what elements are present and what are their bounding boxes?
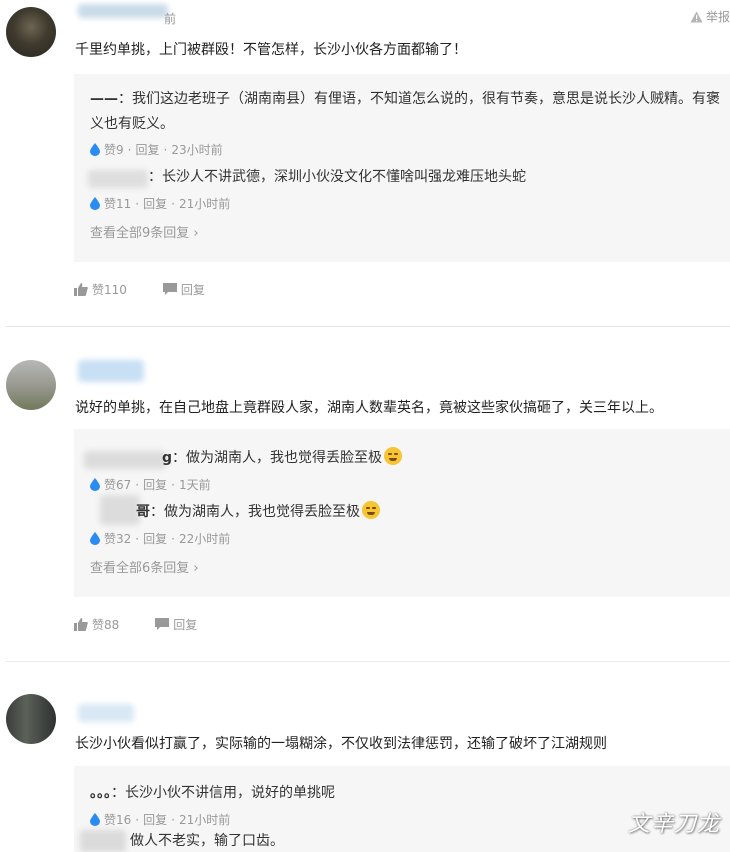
like-button[interactable]: 赞88	[74, 616, 119, 633]
reply-time: 23小时前	[171, 143, 223, 157]
watermark: 文辛刀龙	[627, 812, 720, 837]
avatar[interactable]	[6, 360, 56, 410]
like-drop-icon[interactable]	[90, 197, 100, 210]
reply-likes[interactable]: 赞67	[104, 476, 131, 493]
like-count: 赞88	[92, 618, 120, 632]
reply-reply-link[interactable]: 回复	[135, 141, 159, 158]
like-drop-icon[interactable]	[90, 143, 100, 156]
reply-label: 回复	[173, 618, 198, 632]
reply-reply-link[interactable]: 回复	[143, 476, 167, 493]
like-drop-icon[interactable]	[90, 478, 100, 491]
reply-text: ：做为湖南人，我也觉得丢脸至极	[150, 504, 360, 520]
reply-text: ：长沙人不讲武德，深圳小伙没文化不懂啥叫强龙难压地头蛇	[148, 169, 526, 185]
report-label: 举报	[705, 10, 730, 24]
reply-meta: 赞32 · 回复 · 22小时前	[90, 530, 230, 547]
reply-meta: 赞67 · 回复 · 1天前	[90, 476, 211, 493]
crying-face-icon	[384, 447, 403, 465]
reply-reply-link[interactable]: 回复	[143, 195, 167, 212]
reply-button[interactable]: 回复	[155, 616, 197, 633]
reply-meta: 赞16 · 回复 · 21小时前	[90, 811, 230, 828]
reply-author[interactable]: 。。。	[90, 785, 111, 801]
avatar[interactable]	[6, 694, 56, 744]
like-count: 赞110	[92, 283, 127, 297]
report-button[interactable]: 举报	[690, 8, 730, 25]
comment-2: 说好的单挑，在自己地盘上竟群殴人家，湖南人数辈英名，竟被这些家伙搞砸了，关三年以…	[0, 340, 730, 660]
view-all-replies-link[interactable]: 查看全部9条回复 ›	[90, 222, 199, 241]
reply-time: 21小时前	[178, 197, 231, 211]
reply-meta: 赞9 · 回复 · 23小时前	[90, 141, 223, 158]
reply-text: 做人不老实，输了口齿。	[130, 833, 284, 849]
username-blurred[interactable]	[78, 4, 168, 18]
thumbs-up-icon	[74, 283, 88, 296]
divider	[6, 326, 730, 327]
reply-likes[interactable]: 赞9	[104, 141, 124, 158]
reply-text: ：我们这边老班子（湖南南县）有俚语，不知道怎么说的，很有节奏，意思是说长沙人贼精…	[118, 91, 720, 107]
reply-likes[interactable]: 赞32	[104, 530, 131, 547]
comment-3: 长沙小伙看似打赢了，实际输的一塌糊涂，不仅收到法律惩罚，还输了破坏了江湖规则 。…	[0, 676, 730, 852]
view-all-replies-link[interactable]: 查看全部6条回复 ›	[90, 557, 199, 576]
thumbs-up-icon	[74, 618, 88, 631]
reply-author[interactable]: ——	[90, 91, 118, 107]
avatar[interactable]	[6, 7, 56, 57]
like-drop-icon[interactable]	[90, 532, 100, 545]
reply-likes[interactable]: 赞11	[104, 195, 131, 212]
reply-item: 做人不老实，输了口齿。	[130, 828, 284, 852]
reply-author[interactable]: g	[162, 450, 172, 466]
reply-author-blurred[interactable]	[84, 451, 166, 469]
comment-text: 千里约单挑，上门被群殴！不管怎样，长沙小伙各方面都输了！	[75, 42, 467, 58]
reply-time: 21小时前	[178, 813, 231, 827]
reply-item: ——：我们这边老班子（湖南南县）有俚语，不知道怎么说的，很有节奏，意思是说长沙人…	[90, 86, 720, 112]
reply-author[interactable]: 哥	[136, 504, 150, 520]
reply-reply-link[interactable]: 回复	[143, 811, 167, 828]
reply-reply-link[interactable]: 回复	[143, 530, 167, 547]
comment-1: 前 举报 千里约单挑，上门被群殴！不管怎样，长沙小伙各方面都输了！ ——：我们这…	[0, 0, 730, 320]
comment-text: 说好的单挑，在自己地盘上竟群殴人家，湖南人数辈英名，竟被这些家伙搞砸了，关三年以…	[75, 400, 663, 416]
username-blurred[interactable]	[78, 360, 144, 382]
reply-item: 哥：做为湖南人，我也觉得丢脸至极	[136, 499, 380, 525]
chevron-right-icon: ›	[193, 561, 199, 576]
reply-item: g：做为湖南人，我也觉得丢脸至极	[162, 445, 403, 471]
comment-bubble-icon	[162, 283, 177, 295]
comment-bubble-icon	[155, 618, 170, 630]
reply-author-blurred[interactable]	[100, 495, 140, 525]
username-blurred[interactable]	[78, 704, 134, 722]
reply-box: ——：我们这边老班子（湖南南县）有俚语，不知道怎么说的，很有节奏，意思是说长沙人…	[74, 74, 730, 262]
reply-text: ：长沙小伙不讲信用，说好的单挑呢	[111, 785, 335, 801]
comment-actions: 赞110 回复	[74, 281, 205, 298]
reply-item: 。。。：长沙小伙不讲信用，说好的单挑呢	[90, 780, 335, 806]
reply-text: ：做为湖南人，我也觉得丢脸至极	[172, 450, 383, 466]
chevron-right-icon: ›	[193, 226, 199, 241]
comment-time: 前	[164, 12, 177, 26]
reply-meta: 赞11 · 回复 · 21小时前	[90, 195, 230, 212]
reply-time: 22小时前	[178, 532, 231, 546]
comment-actions: 赞88 回复	[74, 616, 197, 633]
reply-box: g：做为湖南人，我也觉得丢脸至极 赞67 · 回复 · 1天前 哥：做为湖南人，我也…	[74, 429, 730, 597]
like-drop-icon[interactable]	[90, 813, 100, 826]
like-button[interactable]: 赞110	[74, 281, 127, 298]
reply-author-blurred[interactable]	[80, 830, 126, 852]
reply-item: ：长沙人不讲武德，深圳小伙没文化不懂啥叫强龙难压地头蛇	[148, 164, 526, 190]
reply-label: 回复	[180, 283, 205, 297]
comment-text: 长沙小伙看似打赢了，实际输的一塌糊涂，不仅收到法律惩罚，还输了破坏了江湖规则	[75, 736, 607, 752]
crying-face-icon	[362, 501, 380, 519]
reply-author-blurred[interactable]	[88, 170, 148, 188]
warning-icon	[690, 11, 703, 22]
divider	[6, 661, 730, 662]
reply-time: 1天前	[178, 478, 211, 492]
reply-button[interactable]: 回复	[162, 281, 205, 298]
reply-text-continued: 义也有贬义。	[90, 116, 174, 132]
reply-likes[interactable]: 赞16	[104, 811, 131, 828]
